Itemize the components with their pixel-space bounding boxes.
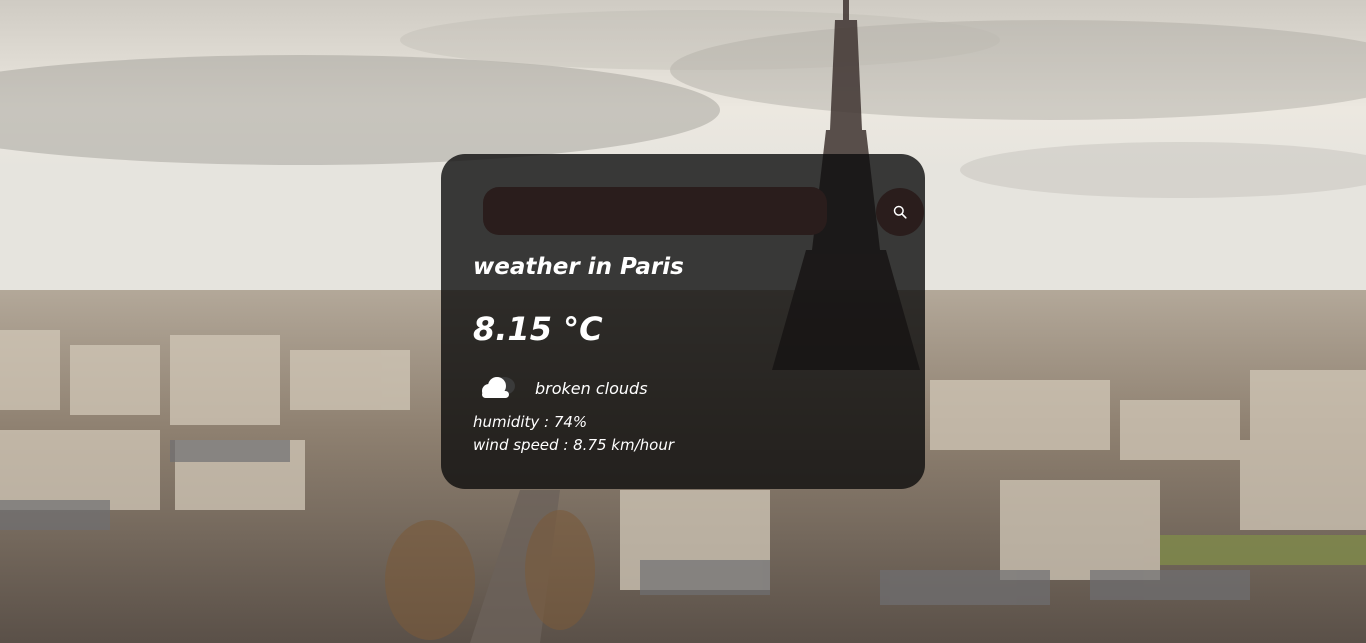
cloud-icon	[482, 377, 515, 398]
temperature: 8.15 °C	[473, 310, 603, 348]
city-title: weather in Paris	[473, 254, 684, 280]
search-button[interactable]	[876, 188, 924, 236]
weather-condition: broken clouds	[479, 374, 648, 402]
condition-description: broken clouds	[535, 378, 648, 398]
search-icon	[893, 205, 907, 219]
wind-speed: wind speed : 8.75 km/hour	[473, 436, 675, 454]
search-bar	[483, 187, 924, 236]
humidity: humidity : 74%	[473, 413, 588, 431]
weather-card: weather in Paris 8.15 °C broken clouds h…	[441, 154, 925, 489]
search-input[interactable]	[483, 187, 827, 235]
